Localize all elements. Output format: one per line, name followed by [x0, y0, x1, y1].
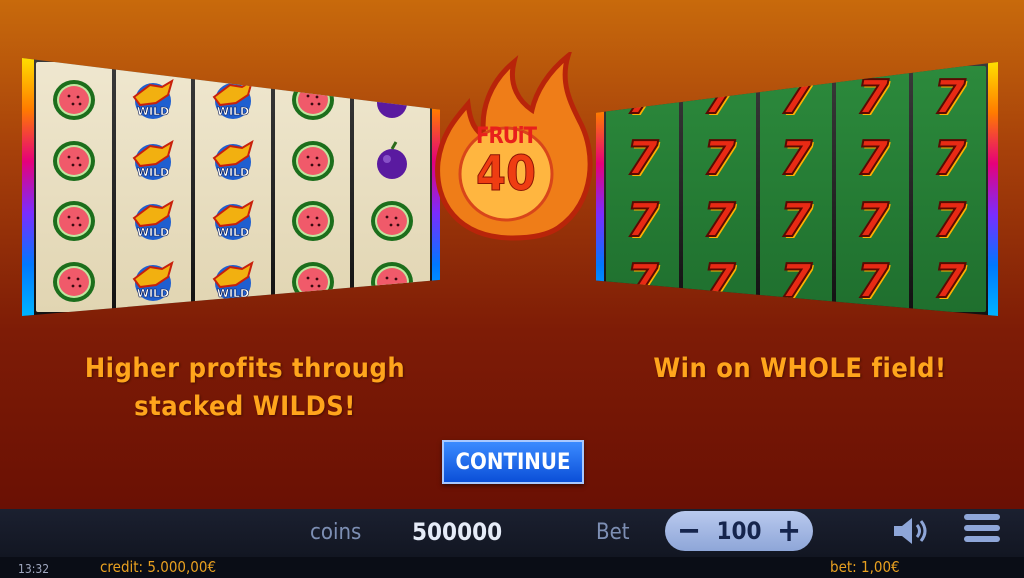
- seven-symbol: 7: [779, 131, 813, 186]
- watermelon-icon: [52, 140, 95, 181]
- seven-symbol: 7: [625, 254, 659, 309]
- seven-symbol: 7: [933, 254, 967, 309]
- bottom-bar: [0, 509, 1024, 557]
- wild-icon: WILD: [132, 260, 175, 301]
- bet-value: 100: [716, 517, 762, 545]
- watermelon-icon: [291, 261, 334, 302]
- watermelon-icon: [291, 201, 334, 242]
- reel-column: [274, 62, 351, 312]
- seven-symbol: 7: [856, 131, 890, 186]
- seven-symbol: 7: [702, 131, 736, 186]
- seven-symbol: 7: [856, 254, 890, 309]
- plum-icon: [377, 141, 408, 179]
- bet-increase-button[interactable]: +: [777, 514, 801, 546]
- left-caption: Higher profits through stacked WILDS!: [40, 350, 450, 426]
- seven-symbol: 7: [779, 69, 813, 124]
- seven-symbol: 7: [856, 69, 890, 124]
- reel-column: 7 7 7 7: [759, 66, 833, 312]
- bet-decrease-button[interactable]: −: [677, 514, 701, 546]
- reel-border-right: [988, 62, 998, 316]
- seven-symbol: 7: [625, 131, 659, 186]
- coins-label: coins: [310, 520, 362, 545]
- right-reel-panel: 77777777777777777777: [596, 62, 998, 316]
- reel-column: [354, 62, 430, 312]
- seven-symbol: 7: [933, 131, 967, 186]
- svg-text:WILD: WILD: [217, 226, 249, 239]
- watermelon-icon: [291, 80, 334, 121]
- wild-icon: WILD: [132, 200, 175, 241]
- reel-column: 7 7 7 7: [682, 66, 756, 312]
- plum-icon: [377, 80, 408, 119]
- continue-button[interactable]: CONTINUE: [442, 440, 584, 484]
- right-caption: Win on WHOLE field!: [653, 353, 947, 384]
- reel-column: 7 7 7 7: [836, 66, 910, 312]
- reel-border-left: [22, 58, 34, 316]
- logo-text-40: 40: [475, 146, 537, 202]
- watermelon-icon: [52, 261, 95, 302]
- seven-symbol: 7: [933, 69, 967, 124]
- svg-text:WILD: WILD: [137, 166, 169, 179]
- left-caption-line1: Higher profits through: [84, 353, 406, 384]
- reel-column: WILD WILD WILD WILD: [195, 62, 271, 312]
- svg-text:WILD: WILD: [217, 287, 249, 300]
- reel-column: 7 7 7 7: [913, 66, 986, 312]
- watermelon-icon: [371, 201, 414, 242]
- svg-text:WILD: WILD: [217, 105, 249, 118]
- bet-stepper: − 100 +: [665, 511, 813, 551]
- wild-icon: WILD: [212, 139, 254, 180]
- credit-display: credit: 5.000,00€: [100, 558, 217, 576]
- seven-symbol: 7: [856, 192, 890, 247]
- seven-symbol: 7: [779, 254, 813, 309]
- svg-text:WILD: WILD: [137, 226, 169, 239]
- wild-icon: WILD: [132, 139, 175, 180]
- watermelon-icon: [291, 140, 334, 181]
- speaker-icon[interactable]: [892, 516, 932, 546]
- svg-text:WILD: WILD: [137, 105, 169, 118]
- seven-symbol: 7: [779, 192, 813, 247]
- seven-symbol: 7: [702, 69, 736, 124]
- watermelon-icon: [52, 201, 95, 242]
- seven-symbol: 7: [625, 69, 659, 124]
- wild-icon: WILD: [132, 79, 175, 120]
- svg-text:WILD: WILD: [217, 166, 249, 179]
- left-caption-line2: stacked WILDS!: [134, 391, 356, 422]
- reel-column: 7 7 7 7: [606, 66, 679, 312]
- seven-symbol: 7: [933, 192, 967, 247]
- menu-icon[interactable]: [964, 514, 1000, 548]
- svg-text:WILD: WILD: [137, 287, 169, 300]
- coins-value: 500000: [412, 518, 503, 546]
- seven-symbol: 7: [625, 192, 659, 247]
- bet-label: Bet: [596, 520, 630, 545]
- watermelon-icon: [371, 261, 414, 302]
- bet-display: bet: 1,00€: [830, 558, 900, 576]
- left-reel-columns: WILD WILD WILD WILD WILD WILD WILD WILD: [34, 58, 432, 316]
- right-reel-columns: 77777777777777777777: [604, 62, 988, 316]
- reel-column: WILD WILD WILD WILD: [115, 62, 192, 312]
- wild-icon: WILD: [212, 200, 254, 241]
- clock: 13:32: [18, 562, 50, 576]
- watermelon-icon: [52, 80, 95, 121]
- wild-icon: WILD: [212, 260, 254, 301]
- left-reel-panel: WILD WILD WILD WILD WILD WILD WILD WILD: [22, 58, 440, 316]
- seven-symbol: 7: [702, 192, 736, 247]
- game-stage: WILD WILD WILD WILD WILD WILD WILD WILD FRUiT 4…: [0, 0, 1024, 509]
- seven-symbol: 7: [702, 254, 736, 309]
- reel-column: [36, 62, 112, 312]
- wild-icon: WILD: [212, 79, 254, 120]
